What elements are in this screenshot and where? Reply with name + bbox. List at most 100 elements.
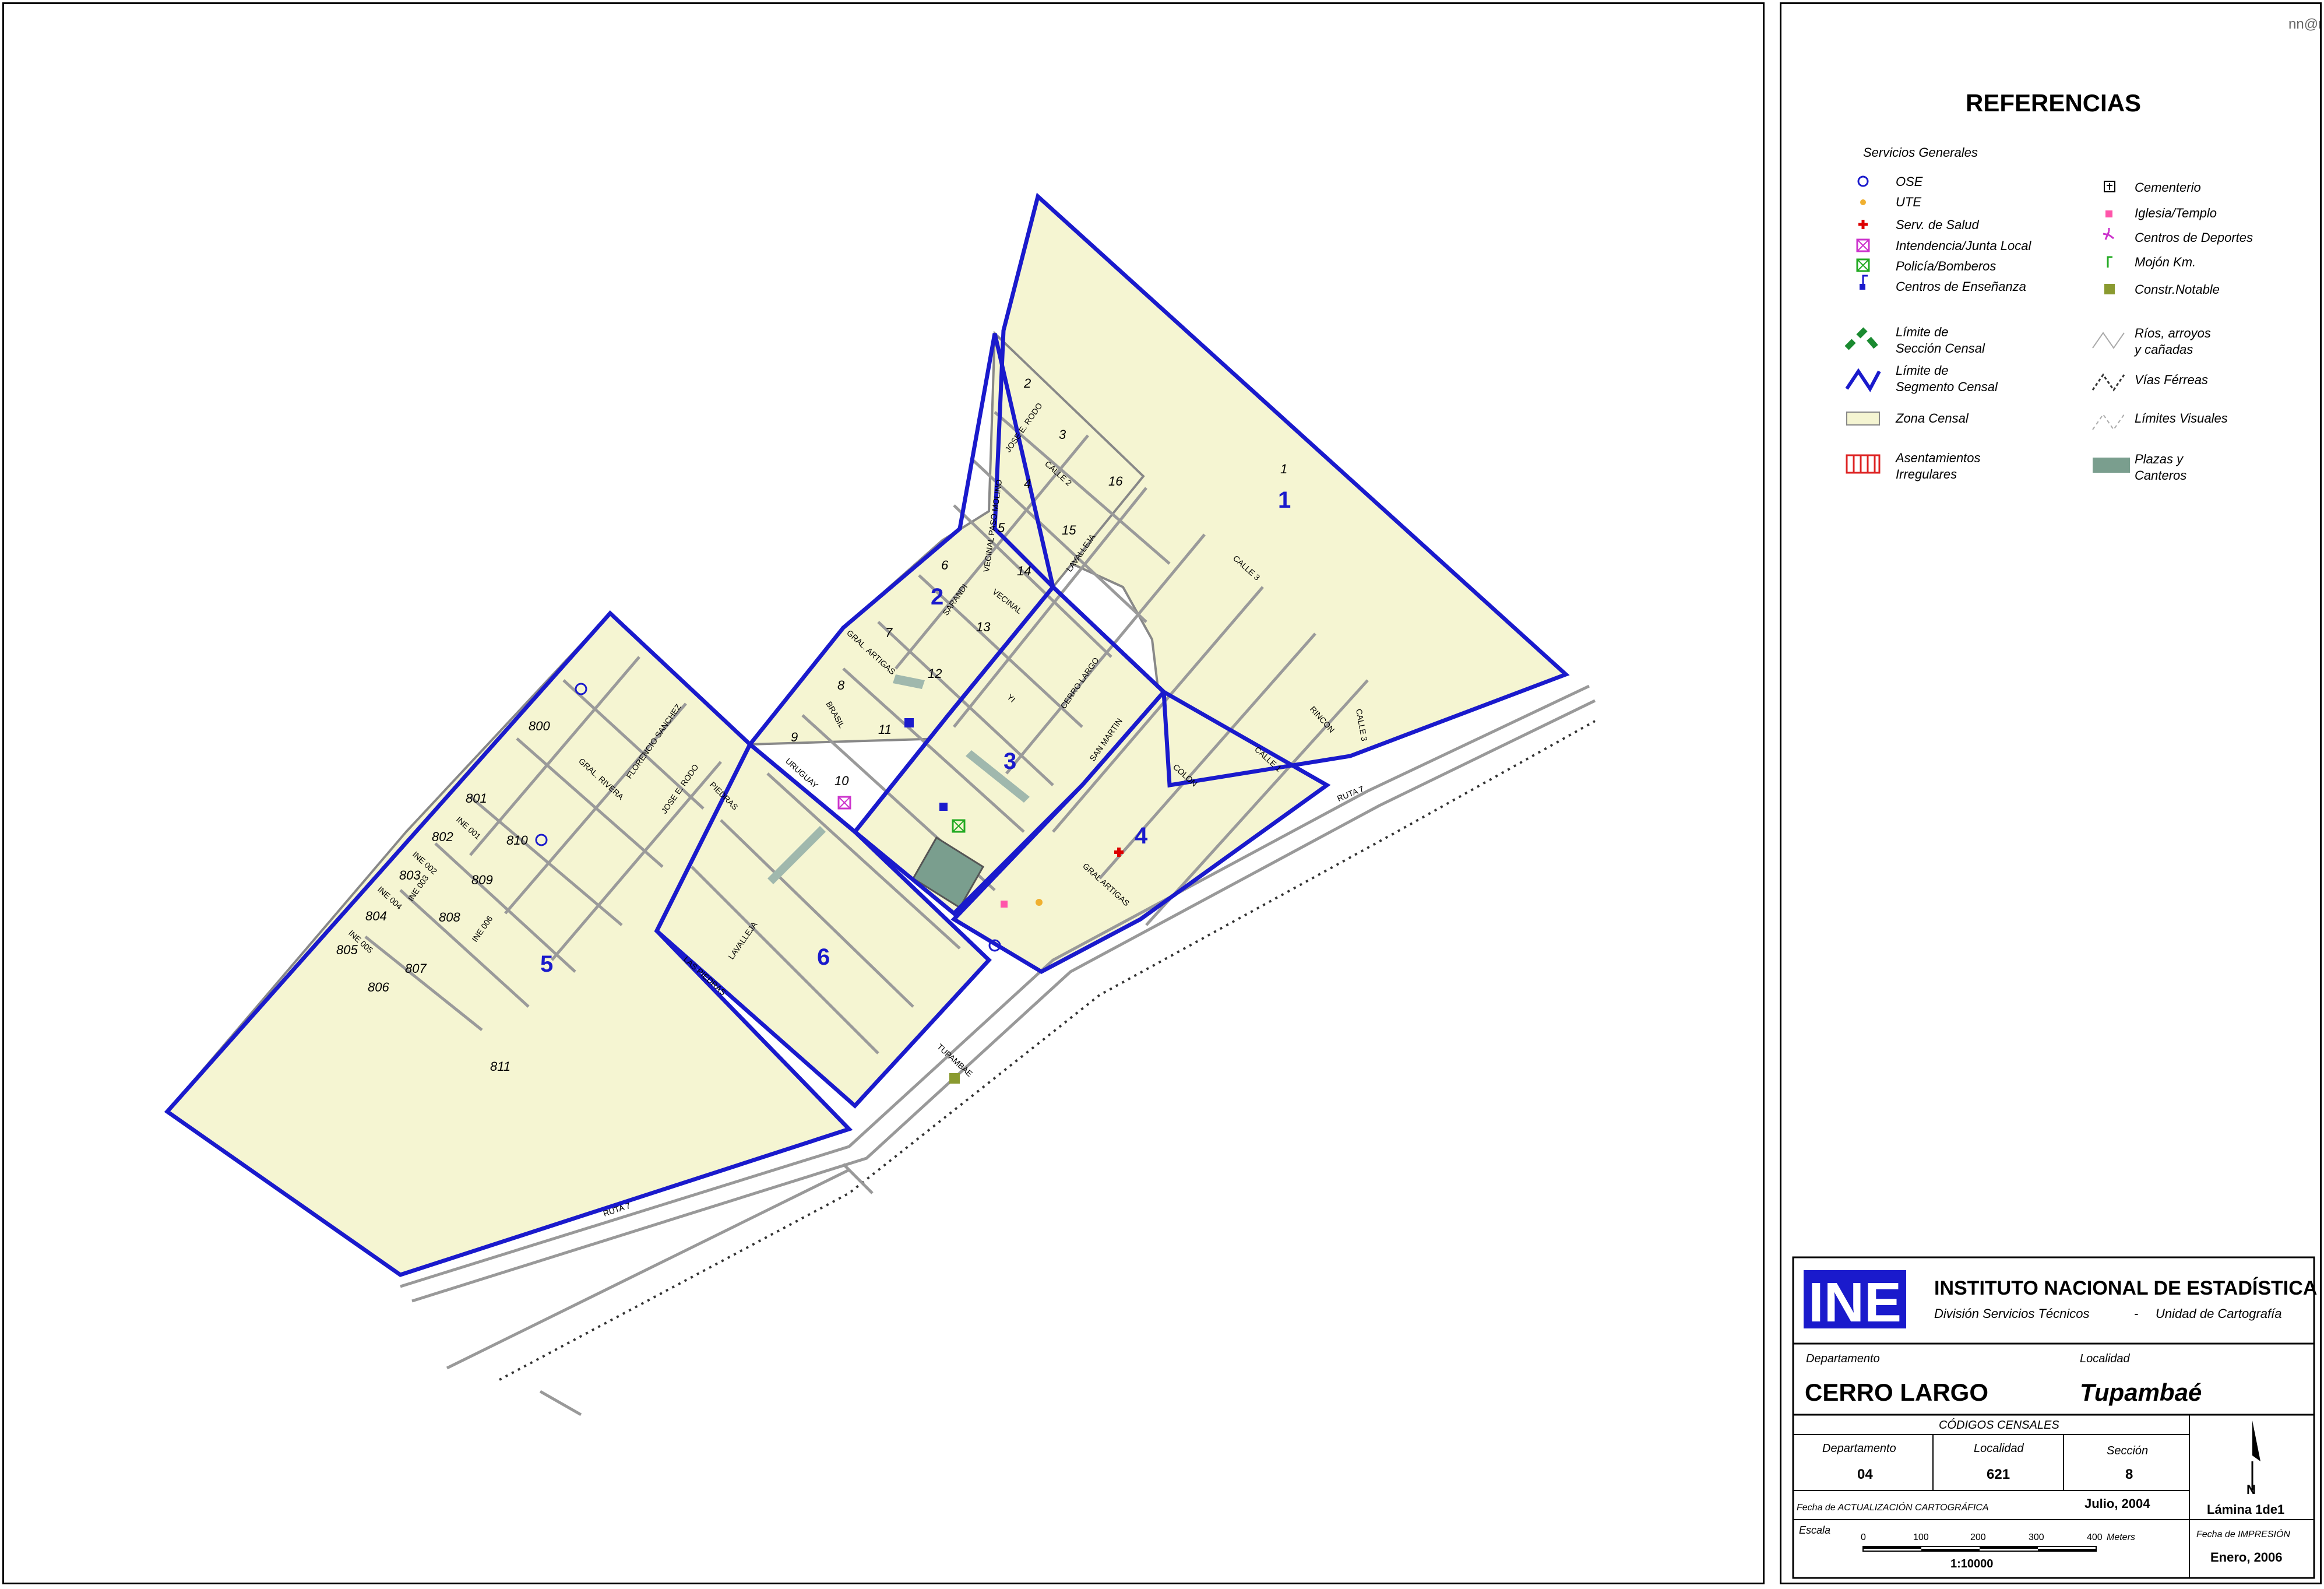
- code-dept-value: 04: [1857, 1467, 1873, 1482]
- block-label: 800: [529, 719, 550, 733]
- block-label: 801: [466, 791, 487, 806]
- landmark-icon: [2104, 284, 2115, 294]
- block-label: 809: [471, 873, 493, 887]
- institute-name: INSTITUTO NACIONAL DE ESTADÍSTICA: [1934, 1277, 2317, 1299]
- scale-ratio: 1:10000: [1950, 1558, 1993, 1570]
- block-label: 12: [928, 666, 942, 681]
- legend-item-label: Límite de: [1896, 325, 1949, 339]
- legend-title: REFERENCIAS: [1966, 89, 2141, 117]
- block-label: 805: [336, 943, 358, 957]
- legend-item-label: Irregulares: [1896, 467, 1957, 481]
- segment-label: 6: [817, 944, 830, 970]
- block-label: 5: [998, 521, 1005, 535]
- title-block: INE INSTITUTO NACIONAL DE ESTADÍSTICA Di…: [1792, 1256, 2317, 1579]
- school-icon: [939, 803, 948, 811]
- ute-icon: [1860, 199, 1866, 205]
- loc-value: Tupambaé: [2080, 1379, 2202, 1406]
- code-loc-value: 621: [1987, 1467, 2010, 1482]
- sports-icon: [2103, 228, 2114, 240]
- segment-label: 2: [931, 584, 943, 610]
- school-icon: [1860, 275, 1868, 290]
- legend-item-label: Cementerio: [2135, 180, 2201, 195]
- legend-item-label: Centros de Deportes: [2135, 230, 2253, 245]
- census-zone-icon: [1846, 412, 1880, 426]
- police-icon: [1856, 258, 1870, 272]
- plaza-icon: [2093, 458, 2130, 473]
- cemetery-icon: [2104, 181, 2115, 192]
- scale-tick: 100: [1913, 1532, 1929, 1542]
- block-label: 807: [405, 961, 427, 976]
- scale-tick: 0: [1861, 1532, 1866, 1542]
- sheet-label: Lámina 1de1: [2207, 1502, 2284, 1517]
- codes-title: CÓDIGOS CENSALES: [1939, 1418, 2059, 1432]
- code-sec-value: 8: [2125, 1467, 2133, 1482]
- legend-left-services: OSE UTE Serv. de Salud Intendencia/Junta…: [1856, 174, 2032, 294]
- block-label: 10: [834, 774, 849, 788]
- health-icon: [1858, 220, 1868, 229]
- ose-icon: [1857, 175, 1869, 187]
- block-label: 804: [365, 909, 387, 923]
- block-label: 14: [1017, 564, 1031, 578]
- legend-item-label: Sección Censal: [1896, 341, 1985, 356]
- block-label: 15: [1062, 523, 1076, 537]
- railway-icon: [2091, 373, 2125, 392]
- code-sec-label: Sección: [2107, 1444, 2148, 1457]
- block-label: 9: [791, 730, 798, 744]
- legend-item-label: Serv. de Salud: [1896, 217, 1979, 232]
- legend-item-label: Zona Censal: [1895, 411, 1969, 426]
- block-label: 13: [976, 620, 991, 634]
- legend-item-label: Iglesia/Templo: [2135, 206, 2217, 220]
- legend-item-label: UTE: [1896, 195, 1921, 209]
- block-label: 6: [941, 558, 949, 572]
- ine-logo: INE: [1804, 1270, 1906, 1334]
- print-label: Fecha de IMPRESIÓN: [2196, 1528, 2290, 1539]
- segment-label: 1: [1278, 487, 1291, 513]
- legend-item-label: Vías Férreas: [2135, 372, 2208, 387]
- services-title: Servicios Generales: [1863, 145, 1978, 160]
- legend-item-label: Mojón Km.: [2135, 255, 2196, 269]
- legend-item-label: Plazas y: [2135, 452, 2184, 466]
- dept-value: CERRO LARGO: [1805, 1379, 1988, 1406]
- church-icon: [1001, 901, 1008, 908]
- legend-left-lines: Límite de Sección Censal Límite de Segme…: [1844, 325, 1998, 481]
- block-label: 802: [432, 829, 453, 844]
- intendencia-icon: [1856, 238, 1870, 252]
- legend-item-label: Intendencia/Junta Local: [1896, 238, 2032, 253]
- legend-panel: nn@mg REFERENCIAS Servicios Generales OS…: [1792, 16, 2320, 1579]
- census-map: 1 2 3 4 5 6 1 2 3 4 5 6 7 8 9 10 11 12 1…: [164, 192, 1596, 1416]
- block-label: 2: [1023, 376, 1031, 391]
- block-label: 811: [490, 1059, 510, 1074]
- segment-label: 4: [1135, 823, 1148, 849]
- legend-item-label: Ríos, arroyos: [2135, 326, 2211, 340]
- legend-item-label: OSE: [1896, 174, 1923, 189]
- block-label: 16: [1108, 474, 1123, 488]
- section-limit-icon: [1844, 327, 1878, 350]
- legend-item-label: y cañadas: [2133, 342, 2193, 357]
- visual-limit-icon: [2092, 413, 2125, 431]
- division-dash: -: [2134, 1306, 2138, 1321]
- logo-text: INE: [1808, 1271, 1902, 1334]
- scale-tick: 200: [1970, 1532, 1986, 1542]
- block-label: 3: [1059, 427, 1066, 442]
- block-label: 11: [878, 722, 892, 737]
- segment-label: 3: [1003, 748, 1016, 774]
- side-panel: nn@mg REFERENCIAS Servicios Generales OS…: [1780, 2, 2322, 1584]
- km-marker-icon: [2107, 256, 2112, 268]
- update-value: Julio, 2004: [2084, 1496, 2150, 1511]
- river-icon: [2092, 332, 2125, 349]
- legend-item-label: Segmento Censal: [1896, 379, 1998, 394]
- street-label: TUPAMBAE: [935, 1042, 974, 1078]
- legend-item-label: Centros de Enseñanza: [1896, 279, 2026, 294]
- division-name: División Servicios Técnicos: [1934, 1306, 2090, 1321]
- legend-item-label: Constr.Notable: [2135, 282, 2220, 297]
- unit-name: Unidad de Cartografía: [2156, 1306, 2281, 1321]
- print-value: Enero, 2006: [2210, 1550, 2283, 1565]
- block-label: 4: [1024, 476, 1031, 491]
- code-loc-label: Localidad: [1974, 1442, 2024, 1455]
- block-label: 8: [837, 678, 845, 692]
- north-label: N: [2246, 1482, 2256, 1497]
- legend-item-label: Asentamientos: [1895, 451, 1981, 465]
- update-label: Fecha de ACTUALIZACIÓN CARTOGRÁFICA: [1797, 1502, 1989, 1513]
- code-dept-label: Departamento: [1822, 1442, 1896, 1455]
- scale-units: Meters: [2107, 1532, 2135, 1542]
